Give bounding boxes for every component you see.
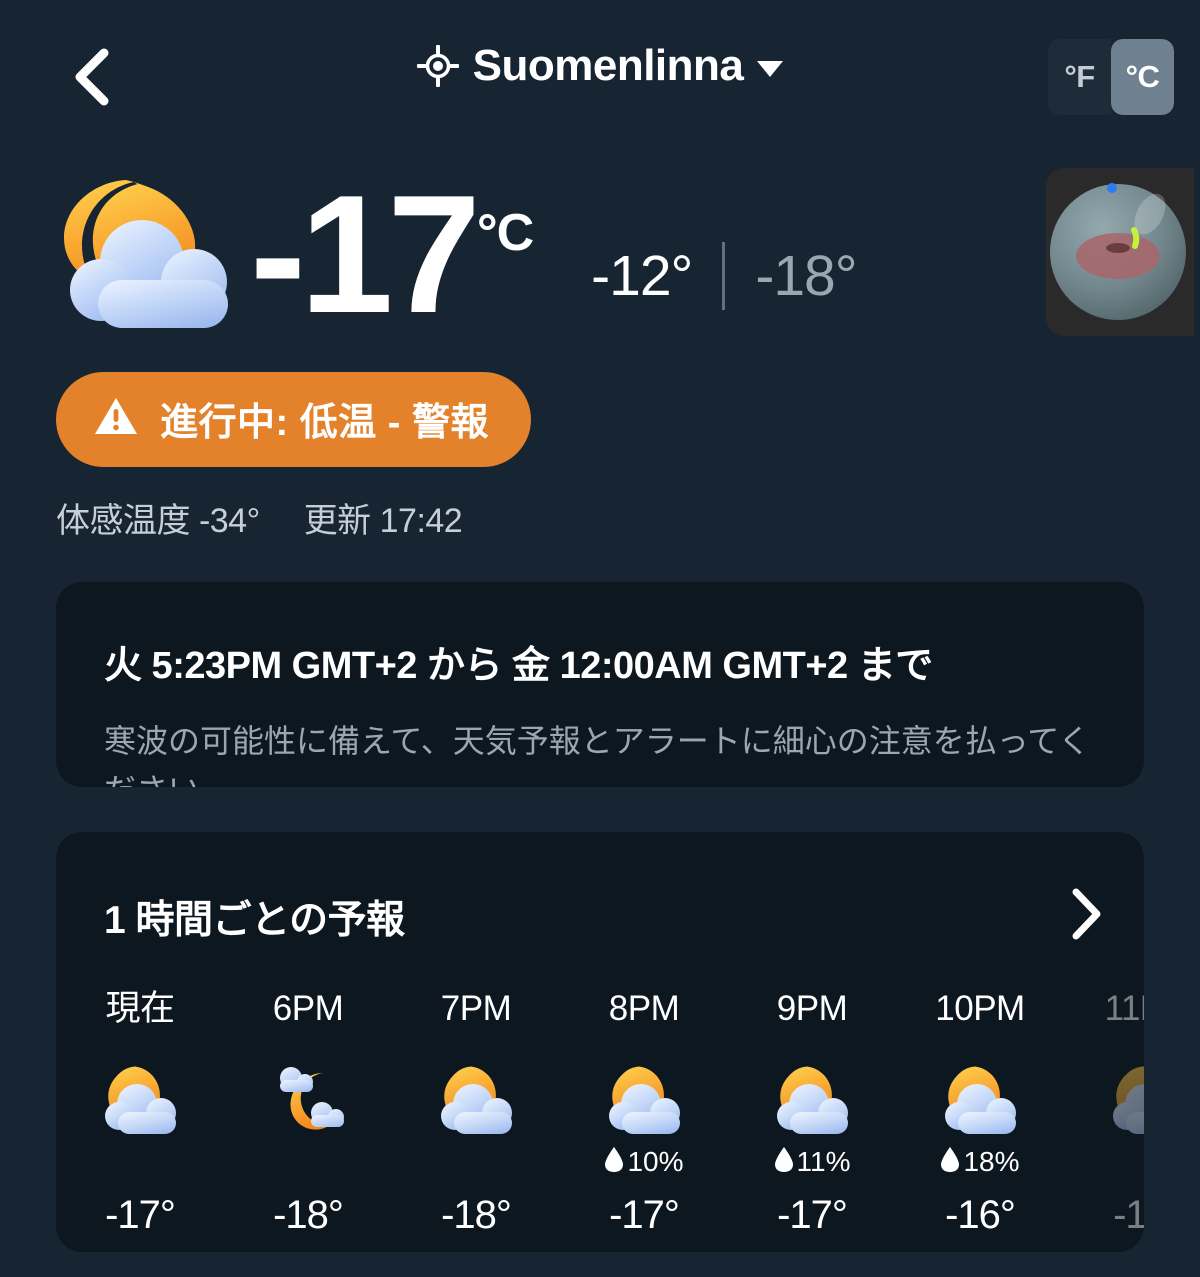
warning-triangle-icon	[94, 396, 138, 441]
unit-celsius-button[interactable]: °C	[1111, 39, 1174, 115]
hourly-item-temp: -17°	[105, 1193, 176, 1237]
hourly-item[interactable]: 9PM 11% -17°	[728, 987, 896, 1238]
hourly-forecast-strip[interactable]: 現在 -17° 6PM -18° 7PM -18° 8PM 10% -17° 9…	[56, 945, 1144, 1238]
weather-app-screen: Suomenlinna °F °C -17 °C -12° -18° 進行中: …	[0, 0, 1200, 1277]
hourly-item-time: 6PM	[272, 989, 344, 1028]
moon-behind-cloud-icon	[1105, 1061, 1144, 1139]
high-temp: -12°	[591, 244, 693, 308]
hourly-item-temp: -18°	[273, 1193, 344, 1237]
water-droplet-icon	[940, 1145, 960, 1180]
hourly-item-temp: -17°	[777, 1193, 848, 1237]
low-temp: -18°	[755, 244, 857, 308]
moon-behind-cloud-icon	[97, 1061, 183, 1139]
moon-behind-cloud-icon	[769, 1061, 855, 1139]
alert-time-range: 火 5:23PM GMT+2 から 金 12:00AM GMT+2 まで	[104, 645, 933, 687]
hourly-forecast-title: 1 時間ごとの予報	[104, 898, 405, 942]
water-droplet-icon	[774, 1145, 794, 1180]
alert-description: 寒波の可能性に備えて、天気予報とアラートに細心の注意を払ってください	[104, 723, 1091, 787]
hourly-item-time: 8PM	[608, 989, 680, 1028]
hourly-item-time: 10PM	[935, 989, 1025, 1028]
unit-fahrenheit-button[interactable]: °F	[1048, 39, 1111, 115]
page-title: Suomenlinna	[472, 41, 744, 90]
hourly-forecast-header[interactable]: 1 時間ごとの予報	[56, 832, 1144, 945]
gps-crosshair-icon	[416, 45, 459, 87]
hourly-item[interactable]: 11PM -16°	[1064, 987, 1144, 1238]
hourly-item-time: 現在	[105, 989, 175, 1028]
alert-detail-card[interactable]: 火 5:23PM GMT+2 から 金 12:00AM GMT+2 まで 寒波の…	[56, 582, 1144, 787]
feels-like-text: 体感温度 -34°	[56, 502, 260, 540]
caret-down-icon	[757, 61, 784, 77]
location-title-selector[interactable]: Suomenlinna	[0, 44, 1200, 88]
hourly-item[interactable]: 6PM -18°	[224, 987, 392, 1238]
hourly-item[interactable]: 7PM -18°	[392, 987, 560, 1238]
chevron-right-icon[interactable]	[1070, 888, 1104, 945]
moon-behind-cloud-icon	[601, 1061, 687, 1139]
hourly-item-temp: -18°	[441, 1193, 512, 1237]
hourly-item[interactable]: 10PM 18% -16°	[896, 987, 1064, 1238]
moon-behind-cloud-icon	[46, 174, 242, 342]
current-temp-unit: °C	[476, 204, 534, 263]
hourly-item-temp: -16°	[945, 1193, 1016, 1237]
current-conditions: -17 °C -12° -18°	[0, 150, 1200, 360]
high-low-temps: -12° -18°	[591, 242, 858, 310]
hourly-item-precipitation-value: 11%	[796, 1146, 851, 1177]
current-meta-row: 体感温度 -34° 更新 17:42	[56, 493, 1200, 542]
alert-badge-label: 進行中: 低温 - 警報	[160, 402, 489, 444]
unit-toggle[interactable]: °F °C	[1048, 39, 1174, 115]
current-temperature: -17 °C	[250, 160, 534, 349]
hourly-item-precipitation: 11%	[774, 1143, 851, 1181]
hourly-item-temp: -17°	[609, 1193, 680, 1237]
moon-behind-cloud-icon	[433, 1061, 519, 1139]
hourly-item-precipitation: 18%	[940, 1143, 1020, 1181]
moon-with-small-clouds-icon	[265, 1061, 351, 1139]
hourly-item-precipitation-value: 18%	[963, 1146, 1020, 1177]
weather-alert-badge[interactable]: 進行中: 低温 - 警報	[56, 372, 531, 467]
hourly-item-time: 7PM	[440, 989, 512, 1028]
hourly-item[interactable]: 8PM 10% -17°	[560, 987, 728, 1238]
current-temp-value: -17	[250, 160, 481, 349]
hourly-item[interactable]: 現在 -17°	[56, 987, 224, 1238]
globe-radar-widget[interactable]	[1046, 168, 1194, 336]
hourly-item-temp: -16°	[1113, 1193, 1144, 1237]
updated-time-text: 更新 17:42	[303, 502, 463, 540]
hourly-item-precipitation-value: 10%	[627, 1146, 684, 1177]
top-bar: Suomenlinna °F °C	[0, 0, 1200, 150]
moon-behind-cloud-icon	[937, 1061, 1023, 1139]
hourly-forecast-card: 1 時間ごとの予報 現在 -17° 6PM -18° 7PM -18° 8PM …	[56, 832, 1144, 1252]
water-droplet-icon	[604, 1145, 624, 1180]
hourly-item-time: 9PM	[776, 989, 848, 1028]
hourly-item-precipitation: 10%	[604, 1143, 684, 1181]
hourly-item-time: 11PM	[1104, 989, 1144, 1028]
divider	[722, 242, 726, 310]
